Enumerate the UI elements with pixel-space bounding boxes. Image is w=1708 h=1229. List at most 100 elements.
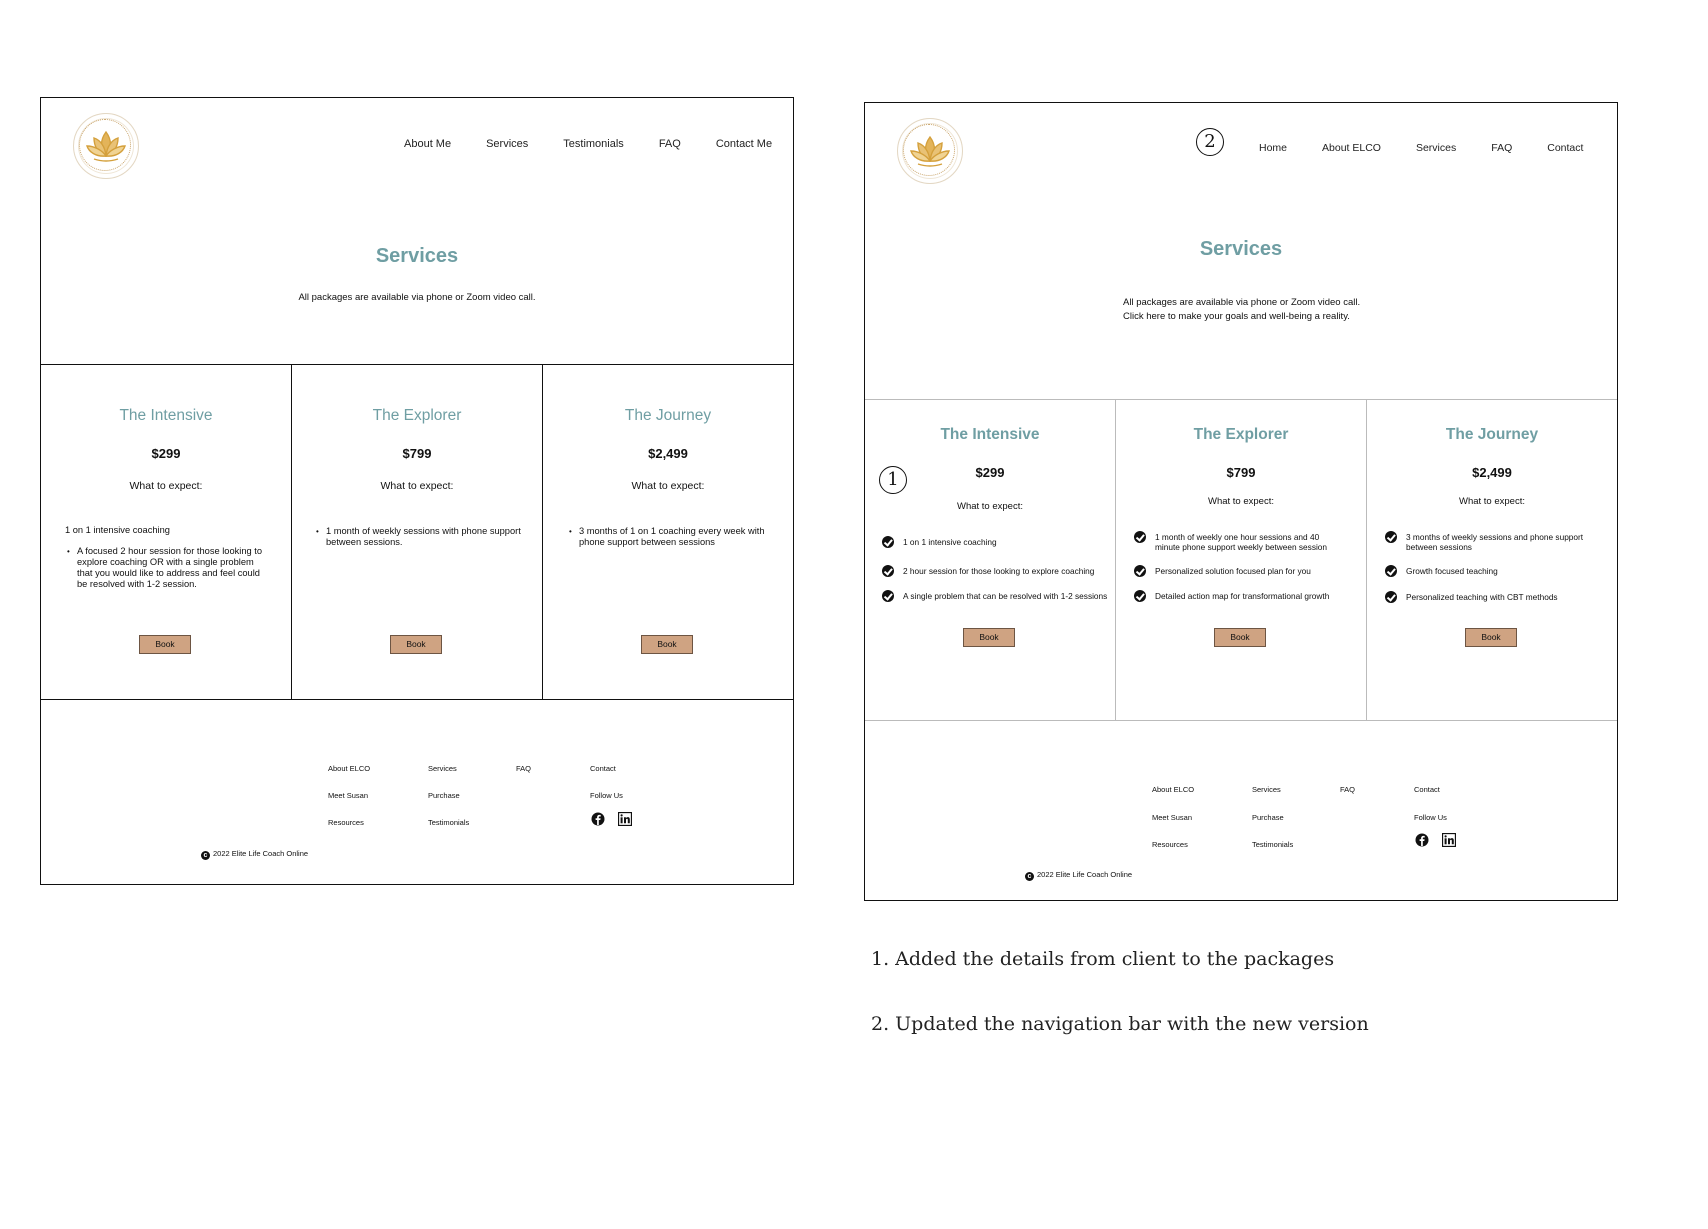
footer-link-about-elco[interactable]: About ELCO — [328, 764, 370, 773]
feature-list: 1 month of weekly sessions with phone su… — [316, 526, 528, 550]
page-title: Services — [375, 245, 459, 267]
feature-item: 1 on 1 intensive coaching — [882, 536, 1107, 548]
footer-follow-us: Follow Us — [590, 791, 623, 800]
check-icon — [1385, 531, 1397, 543]
package-cards: The Intensive 1 $299 What to expect: 1 o… — [865, 399, 1617, 721]
package-name: The Explorer — [372, 407, 462, 424]
package-card-intensive: The Intensive 1 $299 What to expect: 1 o… — [865, 400, 1116, 720]
facebook-icon[interactable] — [591, 812, 605, 826]
book-button[interactable]: Book — [641, 635, 693, 654]
footer-link-contact[interactable]: Contact — [1414, 785, 1440, 794]
linkedin-icon[interactable] — [1442, 833, 1456, 847]
annotation-marker-2: 2 — [1196, 128, 1224, 156]
package-name: The Journey — [1445, 426, 1539, 443]
copyright: c 2022 Elite Life Coach Online — [201, 849, 308, 860]
feature-list: 3 months of 1 on 1 coaching every week w… — [569, 526, 781, 550]
nav-services[interactable]: Services — [486, 138, 528, 150]
expect-label: What to expect: — [1207, 496, 1274, 507]
check-icon — [1385, 565, 1397, 577]
book-button[interactable]: Book — [139, 635, 191, 654]
check-icon — [882, 565, 894, 577]
expect-label: What to expect: — [129, 480, 203, 492]
footer-link-testimonials[interactable]: Testimonials — [1252, 840, 1293, 849]
book-button[interactable]: Book — [1465, 628, 1517, 647]
copyright-icon: c — [1025, 872, 1034, 881]
subtitle-line-1: All packages are available via phone or … — [1123, 297, 1361, 308]
package-price: $299 — [151, 446, 181, 461]
facebook-icon[interactable] — [1415, 833, 1429, 847]
feature-item: 3 months of 1 on 1 coaching every week w… — [569, 526, 781, 548]
feature-item: Detailed action map for transformational… — [1134, 590, 1344, 602]
lotus-logo[interactable] — [897, 118, 963, 184]
expect-label: What to expect: — [631, 480, 705, 492]
footer-link-services[interactable]: Services — [1252, 785, 1281, 794]
footer-link-purchase[interactable]: Purchase — [1252, 813, 1284, 822]
feature-item: A single problem that can be resolved wi… — [882, 590, 1114, 602]
package-card-journey: The Journey $2,499 What to expect: 3 mon… — [1367, 400, 1617, 720]
page-title: Services — [1199, 238, 1283, 260]
footer-link-meet-susan[interactable]: Meet Susan — [328, 791, 368, 800]
feature-list: A focused 2 hour session for those looki… — [67, 546, 267, 592]
footer-link-faq[interactable]: FAQ — [1340, 785, 1355, 794]
feature-item: A focused 2 hour session for those looki… — [67, 546, 267, 590]
package-name: The Explorer — [1193, 426, 1289, 443]
subtitle-link-cta[interactable]: Click here to make your goals and well-b… — [1123, 310, 1360, 324]
book-button[interactable]: Book — [963, 628, 1015, 647]
footer-link-faq[interactable]: FAQ — [516, 764, 531, 773]
page-subtitle: All packages are available via phone or … — [1123, 296, 1360, 324]
wireframe-updated: 2 Home About ELCO Services FAQ Contact S… — [864, 102, 1618, 901]
check-icon — [1134, 531, 1146, 543]
check-icon — [1134, 565, 1146, 577]
package-name: The Journey — [624, 407, 712, 424]
nav-testimonials[interactable]: Testimonials — [563, 138, 624, 150]
package-price: $799 — [402, 446, 432, 461]
nav-contact[interactable]: Contact — [1547, 142, 1583, 154]
package-card-journey: The Journey $2,499 What to expect: 3 mon… — [543, 365, 793, 699]
feature-item: 1 month of weekly one hour sessions and … — [1134, 531, 1344, 552]
nav-faq[interactable]: FAQ — [659, 138, 681, 150]
feature-item: 3 months of weekly sessions and phone su… — [1385, 531, 1595, 552]
footer-link-testimonials[interactable]: Testimonials — [428, 818, 469, 827]
footer-link-resources[interactable]: Resources — [328, 818, 364, 827]
nav-services[interactable]: Services — [1416, 142, 1456, 154]
feature-item: 2 hour session for those looking to expl… — [882, 565, 1107, 577]
feature-item: Personalized solution focused plan for y… — [1134, 565, 1344, 577]
package-card-intensive: The Intensive $299 What to expect: 1 on … — [41, 365, 292, 699]
lotus-logo[interactable] — [73, 113, 139, 179]
footer-link-services[interactable]: Services — [428, 764, 457, 773]
package-name: The Intensive — [940, 426, 1040, 443]
change-note-1: 1. Added the details from client to the … — [871, 948, 1335, 970]
wireframe-original: About Me Services Testimonials FAQ Conta… — [40, 97, 794, 885]
expect-label: What to expect: — [956, 501, 1023, 512]
nav-contact-me[interactable]: Contact Me — [716, 138, 772, 150]
nav-faq[interactable]: FAQ — [1491, 142, 1512, 154]
footer-link-purchase[interactable]: Purchase — [428, 791, 460, 800]
page-subtitle: All packages are available via phone or … — [298, 292, 536, 303]
book-button[interactable]: Book — [390, 635, 442, 654]
package-card-explorer: The Explorer $799 What to expect: 1 mont… — [292, 365, 543, 699]
linkedin-icon[interactable] — [618, 812, 632, 826]
copyright: c 2022 Elite Life Coach Online — [1025, 870, 1132, 881]
book-button[interactable]: Book — [1214, 628, 1266, 647]
check-icon — [1134, 590, 1146, 602]
nav-about-me[interactable]: About Me — [404, 138, 451, 150]
nav-about-elco[interactable]: About ELCO — [1322, 142, 1381, 154]
check-icon — [882, 536, 894, 548]
package-cards: The Intensive $299 What to expect: 1 on … — [41, 364, 793, 700]
change-note-2: 2. Updated the navigation bar with the n… — [871, 1013, 1369, 1035]
feature-text: 1 on 1 intensive coaching — [65, 525, 170, 535]
feature-item: Personalized teaching with CBT methods — [1385, 591, 1595, 603]
footer-follow-us: Follow Us — [1414, 813, 1447, 822]
check-icon — [882, 590, 894, 602]
package-price: $2,499 — [648, 446, 688, 461]
footer-link-about-elco[interactable]: About ELCO — [1152, 785, 1194, 794]
feature-item: 1 month of weekly sessions with phone su… — [316, 526, 528, 548]
feature-item: Growth focused teaching — [1385, 565, 1595, 577]
package-price: $2,499 — [1472, 465, 1512, 480]
footer-link-meet-susan[interactable]: Meet Susan — [1152, 813, 1192, 822]
nav-home[interactable]: Home — [1259, 142, 1287, 154]
package-name: The Intensive — [119, 407, 213, 424]
package-price: $299 — [975, 465, 1005, 480]
footer-link-contact[interactable]: Contact — [590, 764, 616, 773]
footer-link-resources[interactable]: Resources — [1152, 840, 1188, 849]
